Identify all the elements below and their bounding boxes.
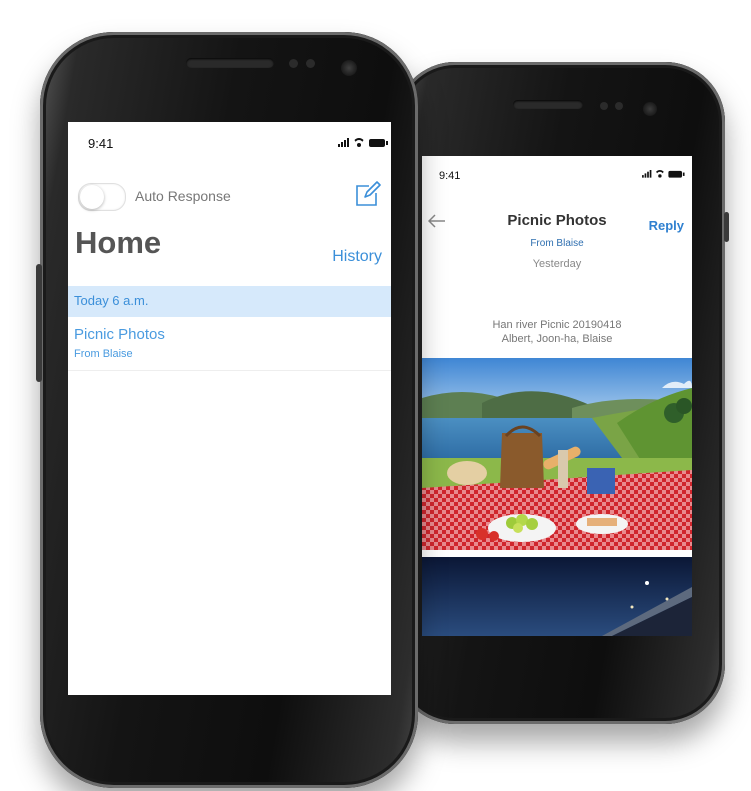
wifi-icon [655,170,665,178]
section-header-label: Today 6 a.m. [74,293,149,308]
compose-icon[interactable] [355,181,381,207]
battery-icon [668,170,685,178]
phone-back-device: 9:41 Picnic Photos Reply From Blaise Yes… [395,62,729,724]
page-title: Home [75,225,162,260]
message-sender: From Blaise [530,238,584,249]
light-sensor [306,59,315,68]
caption-line-1: Han river Picnic 20190418 [492,319,622,331]
photo-caption: Han river Picnic 20190418 Albert, Joon-h… [422,318,692,346]
status-icons [642,170,685,178]
front-camera [643,102,657,116]
earpiece-speaker [186,58,274,68]
signal-icon [338,138,349,147]
message-detail-screen: 9:41 Picnic Photos Reply From Blaise Yes… [422,156,692,636]
caption-line-2: Albert, Joon-ha, Blaise [501,333,613,345]
earpiece-speaker [513,100,583,109]
wifi-icon [353,138,365,147]
status-time: 9:41 [439,170,461,182]
light-sensor [615,102,623,110]
proximity-sensor [600,102,608,110]
side-volume-button [36,264,42,382]
status-icons [338,138,388,147]
status-time: 9:41 [88,136,114,151]
picnic-photo[interactable] [422,358,692,550]
battery-icon [369,139,388,147]
status-bar: 9:41 [422,156,692,196]
auto-response-label: Auto Response [135,188,231,204]
status-bar: 9:41 [68,122,391,162]
night-bridge-photo[interactable] [422,557,692,636]
proximity-sensor [289,59,298,68]
list-item[interactable]: Picnic Photos From Blaise [68,318,391,371]
side-button [724,212,729,242]
message-date: Yesterday [532,258,582,270]
phone-front-device: 9:41 Auto Response Home History Today 6 … [36,32,418,788]
home-screen: 9:41 Auto Response Home History Today 6 … [68,122,391,695]
auto-response-toggle[interactable] [78,183,126,211]
section-header: Today 6 a.m. [68,286,391,317]
message-sender: From Blaise [74,348,133,360]
history-button[interactable]: History [332,248,382,266]
toggle-knob [80,185,104,209]
front-camera [341,60,357,76]
message-subject: Picnic Photos [74,326,165,343]
reply-button[interactable]: Reply [649,218,684,233]
signal-icon [642,170,652,178]
